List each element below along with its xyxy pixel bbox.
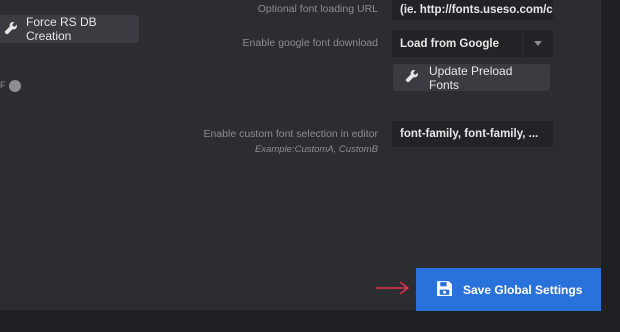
floppy-disk-icon [436,280,453,300]
custom-font-selection-label: Enable custom font selection in editor [203,128,378,140]
toggle-switch[interactable] [9,80,21,92]
wrench-icon [405,69,419,86]
save-global-settings-label: Save Global Settings [463,282,583,297]
google-font-download-select[interactable]: Load from Google [392,30,553,57]
toggle-state-text: F [0,80,6,90]
page-gutter [601,0,620,332]
optional-font-url-value: (ie. http://fonts.useso.com/c [400,4,553,16]
wrench-icon [4,21,18,38]
page-footer-gutter [0,310,620,332]
update-preload-fonts-button[interactable]: Update Preload Fonts [393,63,550,92]
update-preload-fonts-label: Update Preload Fonts [429,63,513,92]
google-font-download-value: Load from Google [400,37,500,50]
force-db-creation-button[interactable]: Force RS DB Creation [0,15,139,43]
optional-font-url-input[interactable]: (ie. http://fonts.useso.com/c [392,0,553,20]
chevron-down-icon [522,30,553,57]
custom-font-example-text: Example:CustomA, CustomB [254,144,378,155]
optional-font-url-label: Optional font loading URL [257,3,378,15]
force-db-creation-label: Force RS DB Creation [26,15,97,43]
google-font-download-label: Enable google font download [242,37,378,49]
save-global-settings-button[interactable]: Save Global Settings [416,268,601,311]
custom-font-value: font-family, font-family, ... [400,128,539,140]
arrow-right-icon [376,281,410,300]
custom-font-input[interactable]: font-family, font-family, ... [392,121,553,147]
